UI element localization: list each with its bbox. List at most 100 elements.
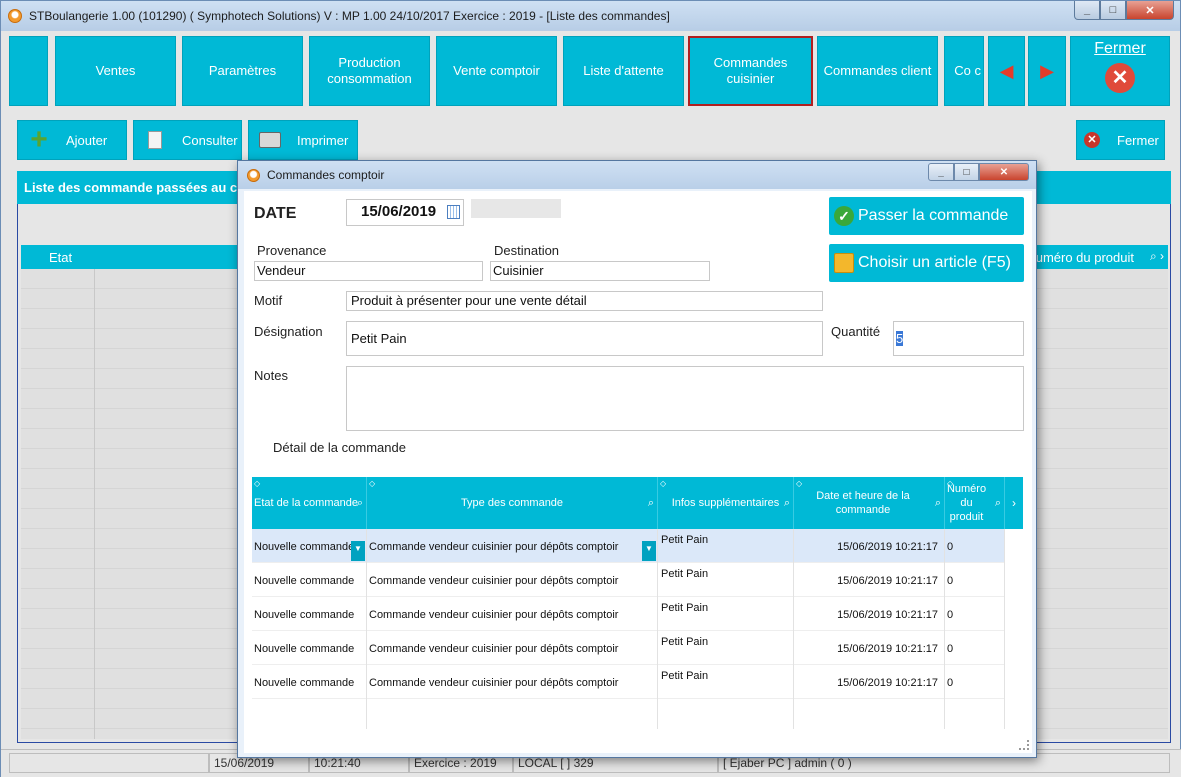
date-value: 15/06/2019 10:21:17 (837, 575, 938, 587)
search-icon[interactable]: ⌕ (357, 496, 363, 510)
cell-date[interactable]: 15/06/2019 10:21:17 (794, 665, 945, 699)
cell-etat[interactable]: Nouvelle commande (252, 631, 367, 665)
cell-infos[interactable]: Petit Pain (658, 597, 794, 631)
destination-field[interactable]: Cuisinier (490, 261, 710, 281)
commandes-comptoir-dialog: Commandes comptoir _ □ ✕ DATE 15/06/2019… (237, 160, 1037, 758)
date-field[interactable]: 15/06/2019 (346, 199, 464, 226)
ribbon-partial-item[interactable]: Co c (944, 36, 984, 106)
ribbon-liste-attente[interactable]: Liste d'attente (563, 36, 684, 106)
cell-etat[interactable]: Nouvelle commande (252, 563, 367, 597)
minimize-button[interactable]: _ (1074, 1, 1100, 20)
ribbon-vente-comptoir[interactable]: Vente comptoir (436, 36, 557, 106)
col-num-header[interactable]: uméro du produit (1036, 250, 1134, 265)
ribbon-next-arrow[interactable]: ▶ (1028, 36, 1066, 106)
calendar-icon[interactable] (447, 205, 460, 219)
box-icon (834, 253, 854, 273)
cell-type[interactable]: Commande vendeur cuisinier pour dépôts c… (367, 665, 658, 699)
cell-infos[interactable]: Petit Pain (658, 563, 794, 597)
detail-label: Détail de la commande (273, 440, 406, 455)
table-row[interactable]: Nouvelle commande Commande vendeur cuisin… (252, 597, 1005, 631)
dialog-maximize-button[interactable]: □ (954, 163, 979, 181)
fermer-button[interactable]: ✕ Fermer (1076, 120, 1165, 160)
cell-date[interactable]: 15/06/2019 10:21:17 (794, 563, 945, 597)
cell-type[interactable]: Commande vendeur cuisinier pour dépôts c… (367, 529, 658, 563)
ribbon-commandes-cuisinier[interactable]: Commandes cuisinier (688, 36, 813, 106)
ribbon-ventes[interactable]: Ventes (55, 36, 176, 106)
column-divider (94, 269, 95, 739)
cell-type[interactable]: Commande vendeur cuisinier pour dépôts c… (367, 631, 658, 665)
date-value: 15/06/2019 (361, 203, 437, 220)
header-date[interactable]: ◇ Date et heure de la commande ⌕ (794, 477, 945, 529)
header-infos[interactable]: ◇ Infos supplémentaires ⌕ (658, 477, 794, 529)
ribbon-prev-arrow[interactable]: ◀ (988, 36, 1025, 106)
type-value: Commande vendeur cuisinier pour dépôts c… (369, 609, 619, 621)
search-icon[interactable]: ⌕ (784, 496, 790, 510)
designation-field[interactable]: Petit Pain (346, 321, 823, 356)
chevron-down-icon[interactable]: ▼ (642, 541, 656, 561)
scroll-right-icon[interactable]: › (1005, 477, 1023, 529)
table-row[interactable]: Nouvelle commande Commande vendeur cuisin… (252, 631, 1005, 665)
header-type[interactable]: ◇ Type des commande ⌕ (367, 477, 658, 529)
ribbon-production[interactable]: Production consommation (309, 36, 430, 106)
search-icon[interactable]: ⌕ › (1150, 249, 1164, 264)
cell-num[interactable]: 0 (945, 529, 1005, 563)
passer-commande-button[interactable]: ✓ Passer la commande (829, 197, 1024, 235)
provenance-label: Provenance (257, 243, 327, 258)
ribbon-parametres[interactable]: Paramètres (182, 36, 303, 106)
app-icon (247, 169, 260, 182)
ribbon-fermer-button[interactable]: Fermer ✕ (1070, 36, 1170, 106)
infos-value: Petit Pain (661, 568, 709, 580)
header-etat-label: Etat de la commande (254, 497, 358, 509)
cell-etat[interactable]: Nouvelle commande (252, 597, 367, 631)
cell-date[interactable]: 15/06/2019 10:21:17 (794, 597, 945, 631)
maximize-button[interactable]: □ (1100, 1, 1126, 20)
header-type-label: Type des commande (460, 497, 564, 509)
ribbon-fermer-label: Fermer (1094, 40, 1146, 57)
num-value: 0 (947, 575, 954, 587)
date-value: 15/06/2019 10:21:17 (837, 609, 938, 621)
header-etat[interactable]: ◇ Etat de la commande ⌕ (252, 477, 367, 529)
dialog-close-button[interactable]: ✕ (979, 163, 1029, 181)
cell-num[interactable]: 0 (945, 563, 1005, 597)
cell-etat[interactable]: Nouvelle commande (252, 665, 367, 699)
cell-date[interactable]: 15/06/2019 10:21:17 (794, 529, 945, 563)
ajouter-label: Ajouter (66, 132, 108, 148)
imprimer-button[interactable]: Imprimer (248, 120, 358, 160)
table-row[interactable]: Nouvelle commande Commande vendeur cuisin… (252, 665, 1005, 699)
table-row[interactable]: Nouvelle commande Commande vendeur cuisin… (252, 563, 1005, 597)
close-window-button[interactable]: ✕ (1126, 1, 1174, 20)
choisir-article-button[interactable]: Choisir un article (F5) (829, 244, 1024, 282)
motif-field[interactable]: Produit à présenter pour une vente détai… (346, 291, 823, 311)
detail-grid-rows: Nouvelle commande ▼ Commande vendeur cuisi… (252, 529, 1023, 729)
cell-infos[interactable]: Petit Pain (658, 665, 794, 699)
search-icon[interactable]: ⌕ (648, 496, 654, 510)
cell-type[interactable]: Commande vendeur cuisinier pour dépôts c… (367, 597, 658, 631)
cell-type[interactable]: Commande vendeur cuisinier pour dépôts c… (367, 563, 658, 597)
header-num[interactable]: ◇ Numéro du produit ⌕ (945, 477, 1005, 529)
cell-infos[interactable]: Petit Pain (658, 529, 794, 563)
cell-num[interactable]: 0 (945, 665, 1005, 699)
cell-num[interactable]: 0 (945, 597, 1005, 631)
resize-grip[interactable] (1019, 740, 1029, 750)
notes-field[interactable] (346, 366, 1024, 431)
ajouter-button[interactable]: + Ajouter (17, 120, 127, 160)
quantite-label: Quantité (831, 324, 881, 339)
search-icon[interactable]: ⌕ (995, 496, 1001, 510)
col-etat-header[interactable]: Etat (49, 250, 72, 265)
table-row[interactable]: Nouvelle commande ▼ Commande vendeur cuisi… (252, 529, 1005, 563)
provenance-field[interactable]: Vendeur (254, 261, 483, 281)
chevron-down-icon[interactable]: ▼ (351, 541, 365, 561)
quantite-field[interactable]: 5 (893, 321, 1024, 356)
ribbon-commandes-client[interactable]: Commandes client (817, 36, 938, 106)
num-value: 0 (947, 541, 954, 553)
consulter-button[interactable]: Consulter (133, 120, 242, 160)
search-icon[interactable]: ⌕ (935, 496, 941, 510)
cell-infos[interactable]: Petit Pain (658, 631, 794, 665)
type-value: Commande vendeur cuisinier pour dépôts c… (369, 541, 619, 553)
cell-num[interactable]: 0 (945, 631, 1005, 665)
cell-etat[interactable]: Nouvelle commande ▼ (252, 529, 367, 563)
window-title: STBoulangerie 1.00 (101290) ( Symphotech… (29, 9, 670, 23)
cell-date[interactable]: 15/06/2019 10:21:17 (794, 631, 945, 665)
dialog-minimize-button[interactable]: _ (928, 163, 954, 181)
ribbon-left-stub[interactable] (9, 36, 48, 106)
